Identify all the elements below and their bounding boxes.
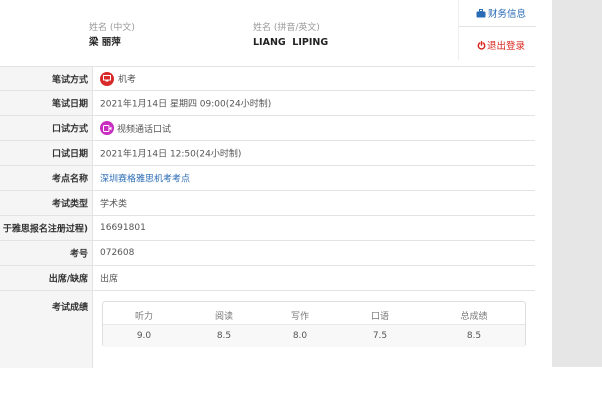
name-cn-value: 梁 丽萍	[89, 37, 121, 48]
row-exam-type: 考试类型 学术类	[0, 191, 535, 216]
name-en-block: 姓名 (拼音/英文) LIANG LIPING	[253, 22, 328, 49]
video-call-icon	[100, 121, 114, 135]
row-value: 视频通话口试	[100, 121, 171, 135]
row-label: 考试成绩	[51, 303, 88, 313]
row-registration-id: 于雅思报名注册过程) 16691801	[0, 216, 535, 241]
row-label-cell: 口试日期	[0, 141, 93, 165]
logout-label: 退出登录	[487, 41, 526, 52]
row-value: 2021年1月14日 12:50(24小时制)	[100, 149, 242, 160]
row-label-cell: 笔试方式	[0, 67, 93, 90]
account-links: 财务信息 退出登录	[458, 0, 536, 60]
scores-box: 听力 阅读 写作 口语 总成绩 9.0 8.5 8.0 7.5 8.5	[102, 301, 526, 347]
scores-divider	[103, 324, 525, 325]
row-label: 考试类型	[51, 199, 88, 210]
row-label-cell: 于雅思报名注册过程)	[0, 216, 93, 240]
finance-info-link[interactable]: 财务信息	[476, 6, 526, 20]
row-label: 于雅思报名注册过程)	[2, 224, 88, 235]
name-cn-label: 姓名 (中文)	[89, 23, 135, 33]
row-label: 出席/缺席	[48, 274, 88, 285]
row-value: 072608	[100, 248, 135, 258]
name-en-label: 姓名 (拼音/英文)	[253, 23, 320, 33]
finance-info-label: 财务信息	[488, 9, 527, 20]
score-header-overall: 总成绩	[460, 312, 488, 322]
scores-table: 听力 阅读 写作 口语 总成绩 9.0 8.5 8.0 7.5 8.5	[102, 301, 526, 417]
logout-link[interactable]: 退出登录	[477, 38, 525, 52]
row-label: 考号	[69, 249, 88, 260]
score-listening: 9.0	[136, 331, 152, 341]
row-label-cell: 口试方式	[0, 116, 93, 140]
row-label-cell: 笔试日期	[0, 91, 93, 115]
row-label: 考点名称	[51, 174, 88, 185]
score-writing: 8.0	[292, 331, 308, 341]
row-label-cell: 考号	[0, 241, 93, 265]
row-value: 16691801	[100, 223, 146, 233]
row-label-cell: 考点名称	[0, 166, 93, 190]
row-speaking-method: 口试方式 视频通话口试	[0, 116, 535, 141]
row-label: 笔试日期	[51, 99, 88, 110]
row-label: 笔试方式	[51, 75, 88, 85]
row-speaking-date: 口试日期 2021年1月14日 12:50(24小时制)	[0, 141, 535, 166]
exam-details-panel: 姓名 (中文) 梁 丽萍 姓名 (拼音/英文) LIANG LIPING 财务信…	[0, 0, 536, 368]
row-value: 2021年1月14日 星期四 09:00(24小时制)	[100, 99, 272, 110]
score-header-reading: 阅读	[214, 312, 233, 322]
row-candidate-number: 考号 072608	[0, 241, 535, 266]
row-value-text: 机考	[118, 75, 137, 85]
row-label: 口试方式	[51, 124, 88, 135]
score-header-writing: 写作	[290, 312, 309, 322]
briefcase-icon	[476, 9, 486, 18]
test-centre-link[interactable]: 深圳赛格雅思机考考点	[100, 172, 190, 185]
row-value: 机考	[100, 71, 137, 86]
row-written-method: 笔试方式 机考	[0, 67, 535, 91]
row-written-date: 笔试日期 2021年1月14日 星期四 09:00(24小时制)	[0, 91, 535, 116]
row-label-cell: 考试成绩	[0, 291, 93, 368]
power-icon	[477, 41, 486, 50]
row-attendance: 出席/缺席 出席	[0, 266, 535, 291]
row-value: 出席	[100, 274, 119, 285]
links-divider	[459, 26, 536, 27]
right-gutter	[552, 0, 602, 367]
row-label-cell: 出席/缺席	[0, 266, 93, 290]
score-header-speaking: 口语	[370, 312, 389, 322]
row-test-centre: 考点名称 深圳赛格雅思机考考点	[0, 166, 535, 191]
row-value: 学术类	[100, 199, 128, 210]
name-cn-block: 姓名 (中文) 梁 丽萍	[89, 22, 135, 49]
score-overall: 8.5	[466, 331, 482, 341]
row-label: 口试日期	[51, 149, 88, 160]
row-value-text: 视频通话口试	[117, 124, 172, 135]
candidate-header: 姓名 (中文) 梁 丽萍 姓名 (拼音/英文) LIANG LIPING 财务信…	[0, 0, 536, 60]
score-speaking: 7.5	[372, 331, 388, 341]
computer-icon	[100, 71, 114, 86]
row-label-cell: 考试类型	[0, 191, 93, 215]
score-header-listening: 听力	[134, 312, 153, 322]
score-reading: 8.5	[216, 331, 232, 341]
name-en-value: LIANG LIPING	[253, 37, 329, 48]
